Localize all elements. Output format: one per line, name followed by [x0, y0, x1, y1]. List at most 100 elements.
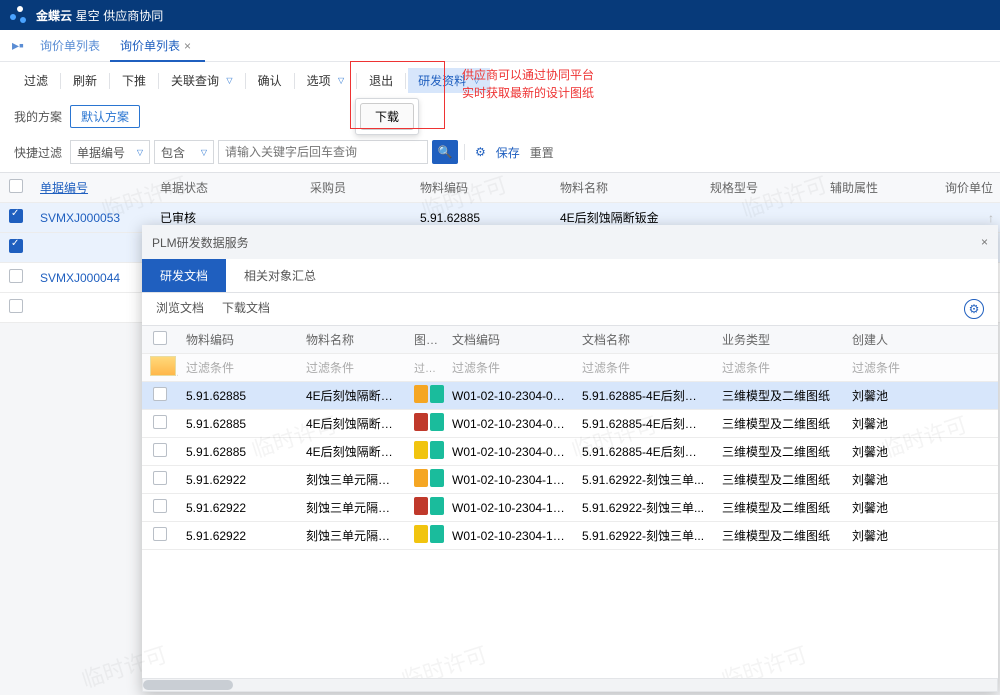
cell-btype: 三维模型及二维图纸: [714, 443, 844, 460]
download-docs-button[interactable]: 下载文档: [222, 299, 270, 319]
table-row[interactable]: 5.91.628854E后刻蚀隔断钣金W01-02-10-2304-03...5…: [142, 382, 998, 410]
scrollbar-thumb[interactable]: [143, 680, 233, 690]
row-checkbox[interactable]: [153, 527, 167, 541]
table-row[interactable]: 5.91.628854E后刻蚀隔断钣金W01-02-10-2304-03...5…: [142, 410, 998, 438]
plm-select-all-checkbox[interactable]: [153, 331, 167, 345]
dialog-title: PLM研发数据服务: [152, 234, 249, 251]
row-checkbox[interactable]: [153, 471, 167, 485]
pcol-dname[interactable]: 文档名称: [574, 331, 714, 348]
row-checkbox[interactable]: [153, 443, 167, 457]
col-id[interactable]: 单据编号: [32, 179, 152, 196]
filetype-icon: [414, 413, 428, 431]
filetype-icon: [430, 525, 444, 543]
close-icon[interactable]: ×: [184, 39, 191, 53]
row-checkbox[interactable]: [153, 499, 167, 513]
cell-mcode: 5.91.62922: [178, 501, 298, 515]
pcol-icon[interactable]: 图标: [406, 331, 444, 348]
row-checkbox[interactable]: [9, 209, 23, 223]
col-unit[interactable]: 询价单位: [937, 179, 997, 196]
table-row[interactable]: 5.91.62922刻蚀三单元隔断钣金...W01-02-10-2304-10.…: [142, 466, 998, 494]
filter-label: 快捷过滤: [14, 144, 62, 161]
search-icon: 🔍: [438, 145, 453, 159]
col-mname[interactable]: 物料名称: [552, 179, 702, 196]
cell-creator: 刘馨池: [844, 415, 924, 432]
col-aux[interactable]: 辅助属性: [822, 179, 937, 196]
default-scheme-button[interactable]: 默认方案: [70, 105, 140, 128]
cell-creator: 刘馨池: [844, 471, 924, 488]
dialog-title-bar[interactable]: PLM研发数据服务 ×: [142, 225, 998, 259]
filter-cell[interactable]: 过滤条件: [574, 359, 714, 376]
filter-op-select[interactable]: 包含▽: [154, 140, 214, 164]
save-filter-link[interactable]: 保存: [496, 144, 520, 161]
gear-icon[interactable]: ⚙: [964, 299, 984, 319]
annotation-text: 供应商可以通过协同平台实时获取最新的设计图纸: [462, 66, 594, 102]
doc-id-link[interactable]: SVMXJ000044: [40, 271, 120, 285]
options-button[interactable]: 选项 ▽: [297, 68, 355, 93]
pcol-creator[interactable]: 创建人: [844, 331, 924, 348]
col-buyer[interactable]: 采购员: [302, 179, 412, 196]
search-button[interactable]: 🔍: [432, 140, 458, 164]
confirm-button[interactable]: 确认: [248, 68, 292, 93]
tab-active[interactable]: 询价单列表×: [110, 30, 205, 62]
table-row[interactable]: 5.91.62922刻蚀三单元隔断钣金...W01-02-10-2304-10.…: [142, 522, 998, 550]
rd-material-menu: 下载: [355, 98, 419, 135]
cell-mname: 刻蚀三单元隔断钣金...: [298, 527, 406, 544]
col-mcode[interactable]: 物料编码: [412, 179, 552, 196]
filter-field-select[interactable]: 单据编号▽: [70, 140, 150, 164]
filter-keyword-input[interactable]: [218, 140, 428, 164]
gear-icon[interactable]: ⚙: [475, 145, 486, 159]
filetype-icon: [430, 497, 444, 515]
tab-rd-docs[interactable]: 研发文档: [142, 259, 226, 292]
horizontal-scrollbar[interactable]: [142, 678, 998, 692]
row-checkbox[interactable]: [9, 239, 23, 253]
navigate-up-icon[interactable]: ↑: [988, 211, 994, 225]
reset-filter-link[interactable]: 重置: [530, 144, 554, 161]
pcol-mcode[interactable]: 物料编码: [178, 331, 298, 348]
filetype-icon: [414, 385, 428, 403]
cell-mcode: 5.91.62922: [178, 529, 298, 543]
brand: 金蝶云 星空 供应商协同: [36, 7, 163, 24]
doc-id-link[interactable]: SVMXJ000053: [40, 211, 120, 225]
filter-cell[interactable]: 过滤条件: [844, 359, 924, 376]
close-icon[interactable]: ×: [981, 235, 988, 249]
cell-dname: 5.91.62885-4E后刻蚀...: [574, 443, 714, 460]
table-row[interactable]: 5.91.62922刻蚀三单元隔断钣金...W01-02-10-2304-10.…: [142, 494, 998, 522]
filter-cell[interactable]: 过滤条件: [178, 359, 298, 376]
plm-tabs: 研发文档 相关对象汇总: [142, 259, 998, 293]
col-status[interactable]: 单据状态: [152, 179, 302, 196]
row-checkbox[interactable]: [9, 269, 23, 283]
cell-mname: 4E后刻蚀隔断钣金: [298, 443, 406, 460]
chevron-down-icon: ▽: [137, 148, 143, 157]
filetype-icon: [430, 385, 444, 403]
pcol-btype[interactable]: 业务类型: [714, 331, 844, 348]
exit-button[interactable]: 退出: [359, 68, 403, 93]
select-all-checkbox[interactable]: [9, 179, 23, 193]
filetype-icon: [430, 469, 444, 487]
row-checkbox[interactable]: [9, 299, 23, 313]
col-spec[interactable]: 规格型号: [702, 179, 822, 196]
tab-related-summary[interactable]: 相关对象汇总: [226, 259, 334, 292]
filter-cell[interactable]: 过滤条件: [298, 359, 406, 376]
refresh-button[interactable]: 刷新: [63, 68, 107, 93]
filter-button[interactable]: 过滤: [14, 68, 58, 93]
link-query-button[interactable]: 关联查询 ▽: [161, 68, 243, 93]
nav-icon[interactable]: ▸▪: [6, 37, 30, 54]
row-checkbox[interactable]: [153, 415, 167, 429]
cell-mcode: 5.91.62885: [178, 445, 298, 459]
filter-cell[interactable]: 过滤条件: [406, 360, 444, 376]
download-menu-item[interactable]: 下载: [360, 103, 414, 130]
breadcrumb-back[interactable]: 询价单列表: [30, 30, 110, 62]
table-row[interactable]: 5.91.628854E后刻蚀隔断钣金W01-02-10-2304-03...5…: [142, 438, 998, 466]
filetype-icon: [430, 441, 444, 459]
filter-cell[interactable]: 过滤条件: [444, 359, 574, 376]
push-button[interactable]: 下推: [112, 68, 156, 93]
row-checkbox[interactable]: [153, 387, 167, 401]
quick-filter: 快捷过滤 单据编号▽ 包含▽ 🔍 ⚙ 保存 重置: [0, 136, 1000, 172]
filetype-icon: [414, 469, 428, 487]
pcol-mname[interactable]: 物料名称: [298, 331, 406, 348]
cell-dcode: W01-02-10-2304-10...: [444, 501, 574, 515]
chevron-down-icon: ▽: [338, 76, 344, 85]
browse-docs-button[interactable]: 浏览文档: [156, 299, 204, 319]
filter-cell[interactable]: 过滤条件: [714, 359, 844, 376]
pcol-dcode[interactable]: 文档编码: [444, 331, 574, 348]
